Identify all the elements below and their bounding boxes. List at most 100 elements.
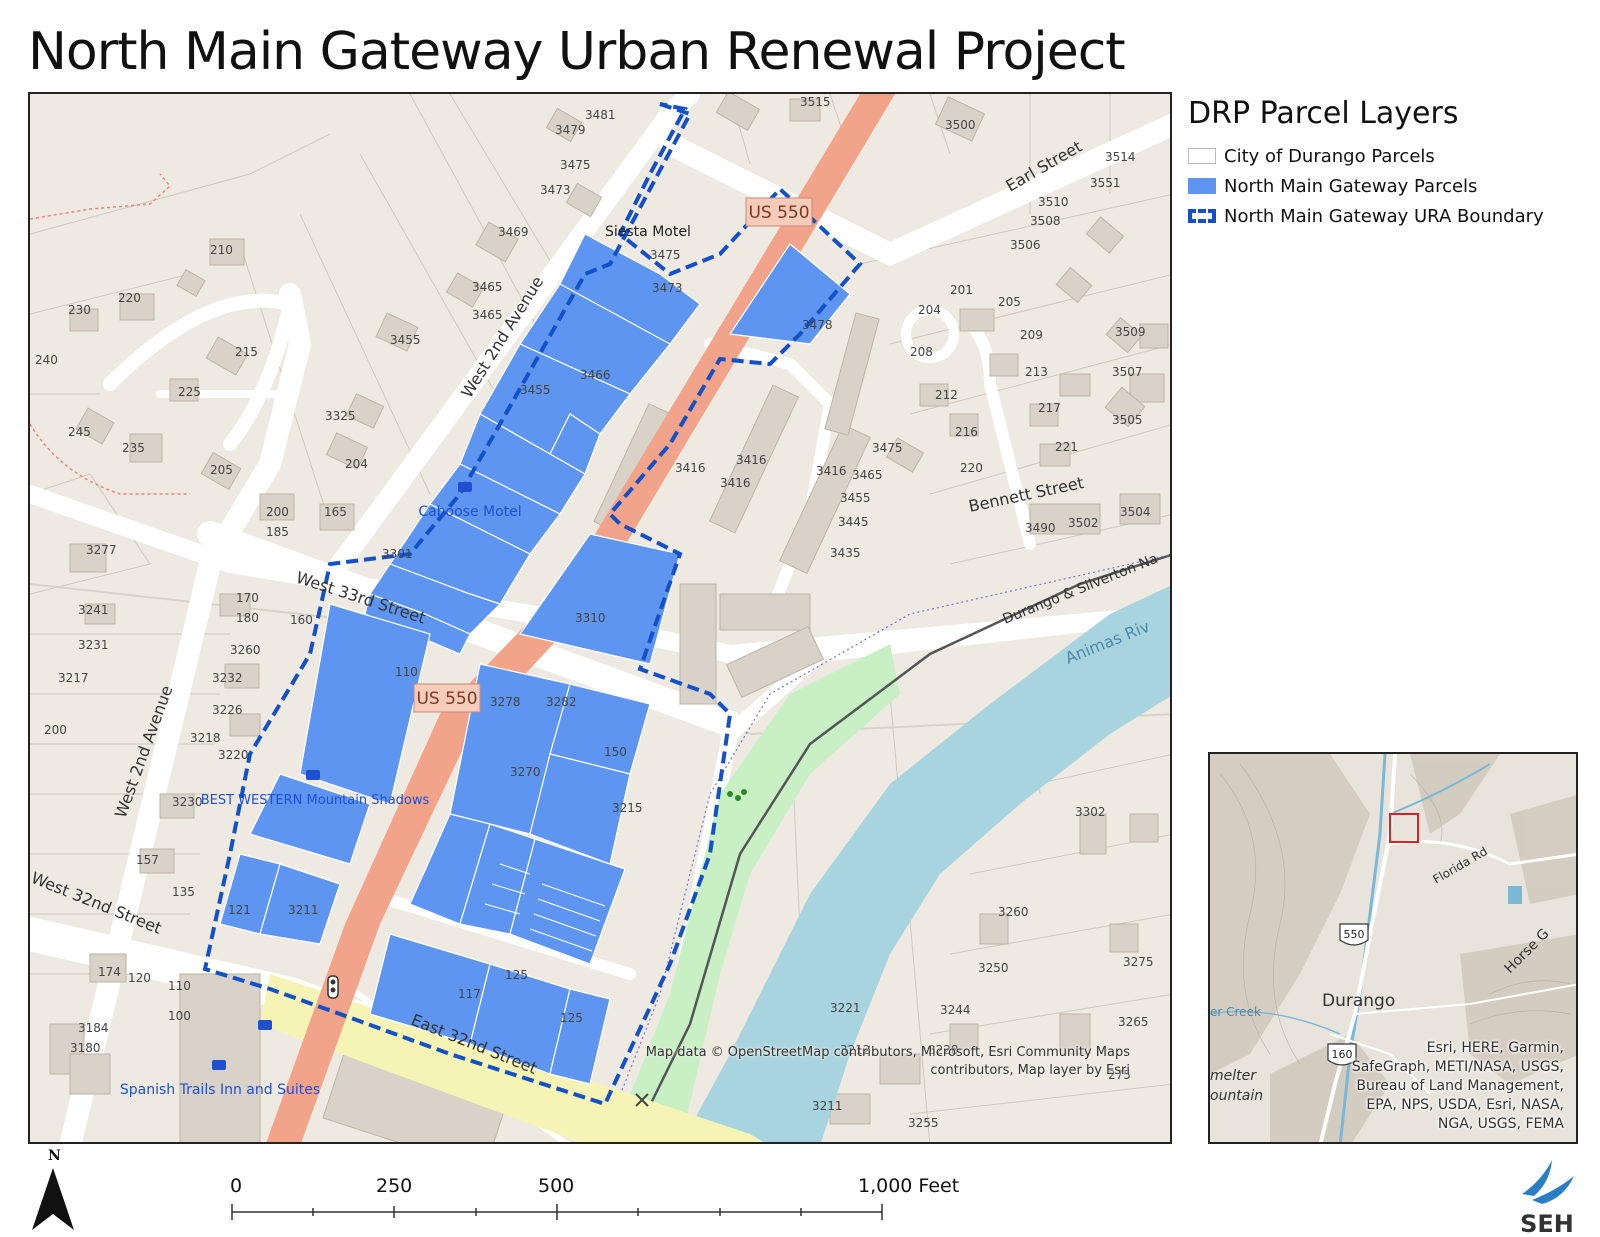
address-label: 121 <box>228 903 251 917</box>
address-label: 3481 <box>585 108 616 122</box>
place-label: Siesta Motel <box>605 224 691 240</box>
address-label: 215 <box>235 345 258 359</box>
address-label: 3475 <box>560 158 591 172</box>
legend-label: City of Durango Parcels <box>1224 145 1435 167</box>
address-label: 3255 <box>908 1116 939 1130</box>
address-label: 200 <box>266 505 289 519</box>
seh-logo: SEH <box>1520 1160 1574 1236</box>
hotel-icon <box>306 770 320 780</box>
address-label: 100 <box>168 1009 191 1023</box>
logo-text: SEH <box>1520 1210 1574 1236</box>
address-label: 110 <box>395 665 418 679</box>
address-label: 125 <box>505 968 528 982</box>
address-label: 185 <box>266 525 289 539</box>
address-label: 217 <box>1038 401 1061 415</box>
address-label: 3221 <box>830 1001 861 1015</box>
main-map[interactable]: US 550 US 550 West 2nd Avenue West 2nd A… <box>28 92 1172 1144</box>
address-label: 3250 <box>978 961 1009 975</box>
north-arrow-icon: N <box>32 1148 74 1230</box>
address-label: 3500 <box>945 118 976 132</box>
map-canvas[interactable]: US 550 US 550 West 2nd Avenue West 2nd A… <box>30 94 1172 1144</box>
address-label: 3514 <box>1105 150 1136 164</box>
address-label: 3435 <box>830 546 861 560</box>
address-label: 209 <box>1020 328 1043 342</box>
address-label: 220 <box>960 461 983 475</box>
address-label: 235 <box>122 441 145 455</box>
us-550-shield-icon: 550 <box>1339 923 1369 946</box>
address-label: 3515 <box>800 95 831 109</box>
address-label: 157 <box>136 853 159 867</box>
svg-text:550: 550 <box>1344 928 1365 941</box>
address-label: 3465 <box>472 280 503 294</box>
address-label: 3475 <box>650 248 681 262</box>
address-label: 3465 <box>852 468 883 482</box>
address-label: 201 <box>950 283 973 297</box>
legend-label: North Main Gateway Parcels <box>1224 175 1478 197</box>
highway-shield-2: US 550 <box>413 683 481 713</box>
highway-label: US 550 <box>748 203 809 223</box>
address-label: 3215 <box>612 801 643 815</box>
address-label: 3455 <box>390 333 421 347</box>
address-label: 210 <box>210 243 233 257</box>
address-label: 3469 <box>498 225 529 239</box>
highway-label: US 550 <box>416 689 477 709</box>
hotel-icon <box>458 482 472 492</box>
legend-item-city-parcels: City of Durango Parcels <box>1188 141 1588 171</box>
address-label: 174 <box>98 965 121 979</box>
hotel-icon <box>212 1060 226 1070</box>
address-label: 3416 <box>720 476 751 490</box>
address-label: 3211 <box>288 903 319 917</box>
address-label: 3211 <box>812 1099 843 1113</box>
address-label: 3478 <box>802 318 833 332</box>
page-title: North Main Gateway Urban Renewal Project <box>28 22 1126 82</box>
address-label: 3502 <box>1068 516 1099 530</box>
scale-label: 250 <box>376 1175 412 1197</box>
address-label: 245 <box>68 425 91 439</box>
swatch-gateway-parcels <box>1188 178 1216 194</box>
address-label: 3509 <box>1115 325 1146 339</box>
inset-attribution: Esri, HERE, Garmin, SafeGraph, METI/NASA… <box>1351 1040 1564 1132</box>
scale-label: 1,000 Feet <box>858 1175 959 1197</box>
address-label: 208 <box>910 345 933 359</box>
address-label: 3416 <box>675 461 706 475</box>
address-label: 3232 <box>212 671 243 685</box>
address-label: 180 <box>236 611 259 625</box>
address-label: 3220 <box>218 748 249 762</box>
address-label: 3507 <box>1112 365 1143 379</box>
address-label: 200 <box>44 723 67 737</box>
traffic-signal-icon <box>327 975 339 999</box>
address-label: 3260 <box>998 905 1029 919</box>
lake <box>1508 886 1522 904</box>
swatch-ura-boundary <box>1188 209 1216 223</box>
address-label: 3217 <box>58 671 89 685</box>
address-label: 3510 <box>1038 195 1069 209</box>
address-label: 3455 <box>520 383 551 397</box>
address-label: 205 <box>210 463 233 477</box>
legend-item-ura-boundary: North Main Gateway URA Boundary <box>1188 201 1588 231</box>
terrain-label: ountain <box>1210 1088 1263 1104</box>
address-label: 170 <box>236 591 259 605</box>
address-label: 3310 <box>575 611 606 625</box>
address-label: 220 <box>118 291 141 305</box>
address-label: 3230 <box>172 795 203 809</box>
address-label: 3231 <box>78 638 109 652</box>
address-label: 3278 <box>490 695 521 709</box>
address-label: 3277 <box>86 543 117 557</box>
address-label: 3551 <box>1090 176 1121 190</box>
north-label: N <box>48 1148 61 1164</box>
place-label: Spanish Trails Inn and Suites <box>120 1082 320 1098</box>
address-label: 3244 <box>940 1003 971 1017</box>
inset-locator-map[interactable]: 550 160 Durango Florida Rd Horse G er Cr… <box>1208 752 1578 1144</box>
creek-label: er Creek <box>1210 1005 1261 1019</box>
address-label: 216 <box>955 425 978 439</box>
legend-item-gateway-parcels: North Main Gateway Parcels <box>1188 171 1588 201</box>
address-label: 150 <box>604 745 627 759</box>
place-label: Caboose Motel <box>418 504 521 520</box>
place-label: BEST WESTERN Mountain Shadows <box>201 793 430 808</box>
address-label: 3302 <box>1075 805 1106 819</box>
address-label: 3465 <box>472 308 503 322</box>
address-label: 3508 <box>1030 214 1061 228</box>
legend: DRP Parcel Layers City of Durango Parcel… <box>1188 96 1588 231</box>
scale-bar: 0 250 500 1,000 Feet <box>230 1175 959 1220</box>
address-label: 135 <box>172 885 195 899</box>
